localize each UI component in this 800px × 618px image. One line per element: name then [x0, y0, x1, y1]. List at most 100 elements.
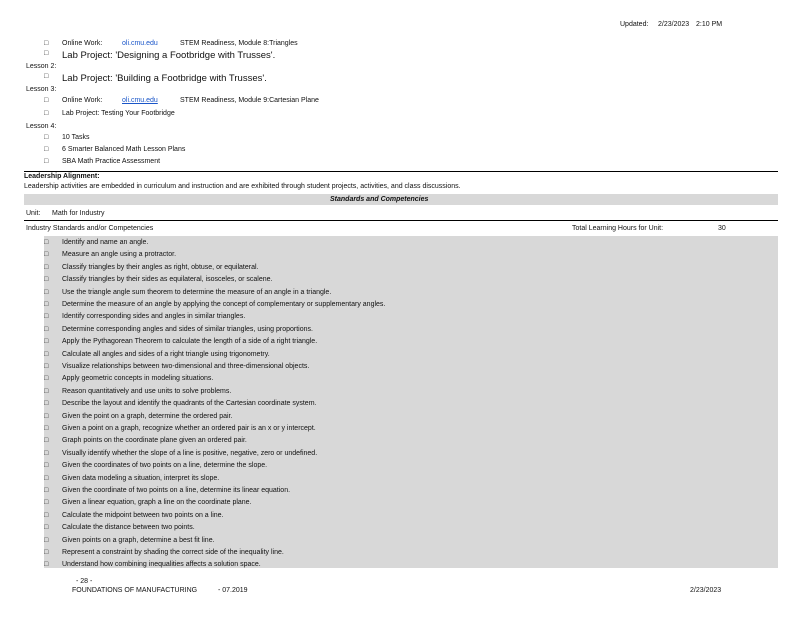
competency-text: Graph points on the coordinate plane giv… — [62, 437, 247, 445]
lesson-item: 6 Smarter Balanced Math Lesson Plans — [62, 146, 186, 153]
competency-row: □ Visually identify whether the slope of … — [0, 448, 800, 460]
competency-text: Apply the Pythagorean Theorem to calcula… — [62, 338, 318, 346]
competency-row: □ Understand how combining inequalities a… — [0, 559, 800, 571]
bullet-icon: □ — [44, 549, 49, 556]
competency-text: Given points on a graph, determine a bes… — [62, 536, 215, 544]
oli-link[interactable]: oli.cmu.edu — [122, 97, 158, 104]
competency-text: Classify triangles by their angles as ri… — [62, 263, 259, 271]
bullet-icon: □ — [44, 288, 49, 296]
bullet-icon: □ — [44, 474, 49, 482]
footer-title: FOUNDATIONS OF MANUFACTURING — [72, 587, 198, 594]
competency-row: □ Calculate the midpoint between two poin… — [0, 510, 800, 522]
lesson-label: Lesson 4: — [26, 123, 57, 130]
bullet-icon: □ — [44, 146, 49, 153]
bullet-icon: □ — [44, 561, 49, 569]
lesson-item: SBA Math Practice Assessment — [62, 158, 161, 165]
competency-row: □ Given data modeling a situation, interp… — [0, 473, 800, 485]
competency-row: □ Apply the Pythagorean Theorem to calcul… — [0, 336, 800, 348]
bullet-icon: □ — [44, 487, 49, 494]
bullet-icon: □ — [44, 375, 49, 383]
oli-link[interactable]: oli.cmu.edu — [122, 40, 158, 47]
competency-row: □ Use the triangle angle sum theorem to d… — [0, 287, 800, 299]
bullet-icon: □ — [44, 363, 49, 370]
leadership-text: Leadership activities are embedded in cu… — [24, 183, 461, 190]
competency-row: □ Given points on a graph, determine a be… — [0, 535, 800, 547]
footer-date: 2/23/2023 — [690, 587, 722, 594]
page-number: - 28 - — [76, 578, 93, 585]
competency-text: Describe the layout and identify the qua… — [62, 400, 317, 408]
competency-text: Understand how combining inequalities af… — [62, 561, 261, 569]
hours-label: Total Learning Hours for Unit: — [572, 225, 664, 232]
bullet-icon: □ — [44, 449, 49, 457]
bullet-icon: □ — [44, 425, 49, 432]
lab-project-title: Lab Project: 'Designing a Footbridge wit… — [62, 50, 276, 61]
competency-text: Given the coordinates of two points on a… — [62, 462, 268, 470]
bullet-icon: □ — [44, 412, 49, 420]
updated-date: 2/23/2023 — [658, 21, 690, 28]
bullet-icon: □ — [44, 251, 49, 259]
bullet-icon: □ — [44, 301, 49, 308]
lesson-item: 10 Tasks — [62, 134, 90, 141]
competency-row: □ Visualize relationships between two-dim… — [0, 361, 800, 373]
competency-text: Visualize relationships between two-dime… — [62, 363, 310, 370]
module-text: STEM Readiness, Module 9:Cartesian Plane — [180, 97, 319, 104]
competency-text: Visually identify whether the slope of a… — [62, 449, 318, 457]
competency-row: □ Given the coordinate of two points on a… — [0, 485, 800, 497]
bullet-icon: □ — [44, 400, 49, 408]
competency-row: □ Determine corresponding angles and side… — [0, 324, 800, 336]
bullet-icon: □ — [44, 499, 49, 507]
competency-row: □ Identify and name an angle. — [0, 237, 800, 249]
competency-row: □ Determine the measure of an angle by ap… — [0, 299, 800, 311]
competency-text: Given the point on a graph, determine th… — [62, 412, 233, 420]
lesson-label: Lesson 3: — [26, 86, 57, 93]
competency-row: □ Classify triangles by their sides as eq… — [0, 274, 800, 286]
competency-text: Given data modeling a situation, interpr… — [62, 474, 220, 482]
standards-heading: Standards and Competencies — [330, 196, 429, 203]
unit-label: Unit: — [26, 210, 41, 217]
competency-row: □ Calculate all angles and sides of a rig… — [0, 349, 800, 361]
hours-value: 30 — [718, 225, 726, 232]
bullet-icon: □ — [44, 313, 49, 321]
updated-time: 2:10 PM — [696, 21, 723, 28]
competency-row: □ Graph points on the coordinate plane gi… — [0, 435, 800, 447]
competency-text: Determine the measure of an angle by app… — [62, 301, 386, 308]
unit-name: Math for Industry — [52, 210, 105, 217]
bullet-icon: □ — [44, 511, 49, 519]
competency-text: Calculate all angles and sides of a righ… — [62, 350, 270, 358]
competency-text: Reason quantitatively and use units to s… — [62, 387, 232, 395]
lesson-label: Lesson 2: — [26, 63, 57, 70]
competency-text: Given the coordinate of two points on a … — [62, 487, 291, 494]
competency-row: □ Given a point on a graph, recognize whe… — [0, 423, 800, 435]
competency-text: Identify corresponding sides and angles … — [62, 313, 246, 321]
updated-label: Updated: — [620, 21, 649, 28]
bullet-icon: □ — [44, 134, 49, 141]
competency-text: Identify and name an angle. — [62, 239, 149, 246]
competency-row: □ Calculate the distance between two poin… — [0, 522, 800, 534]
bullet-icon: □ — [44, 437, 49, 445]
competency-row: □ Given the coordinates of two points on … — [0, 460, 800, 472]
bullet-icon: □ — [44, 73, 49, 80]
bullet-icon: □ — [44, 110, 49, 117]
competency-text: Measure an angle using a protractor. — [62, 251, 177, 259]
competency-row: □ Identify corresponding sides and angles… — [0, 311, 800, 323]
footer-version: - 07.2019 — [218, 587, 248, 594]
bullet-icon: □ — [44, 350, 49, 358]
lesson-item: Lab Project: Testing Your Footbridge — [62, 110, 175, 117]
competency-text: Represent a constraint by shading the co… — [62, 549, 284, 556]
competency-text: Apply geometric concepts in modeling sit… — [62, 375, 214, 383]
competency-text: Calculate the midpoint between two point… — [62, 511, 224, 519]
competency-row: □ Apply geometric concepts in modeling si… — [0, 373, 800, 385]
competency-text: Calculate the distance between two point… — [62, 524, 195, 532]
lab-project-title: Lab Project: 'Building a Footbridge with… — [62, 73, 267, 84]
competency-text: Determine corresponding angles and sides… — [62, 325, 313, 333]
bullet-icon: □ — [44, 387, 49, 395]
bullet-icon: □ — [44, 158, 49, 165]
competency-row: □ Describe the layout and identify the qu… — [0, 398, 800, 410]
module-text: STEM Readiness, Module 8:Triangles — [180, 40, 298, 47]
bullet-icon: □ — [44, 524, 49, 532]
online-work-label: Online Work: — [62, 40, 103, 47]
competency-row: □ Classify triangles by their angles as r… — [0, 262, 800, 274]
bullet-icon: □ — [44, 239, 49, 246]
table-header-left: Industry Standards and/or Competencies — [26, 225, 154, 232]
competency-row: □ Given a linear equation, graph a line o… — [0, 497, 800, 509]
